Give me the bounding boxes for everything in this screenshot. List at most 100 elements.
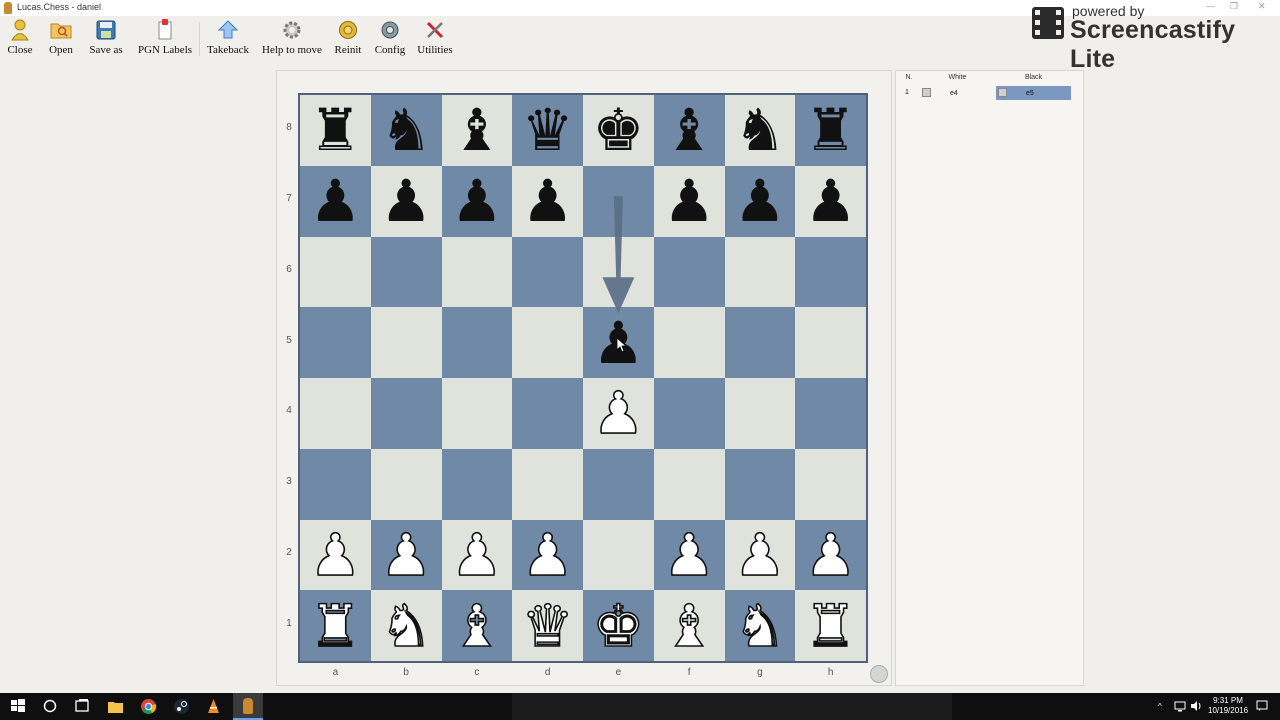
save-as-button[interactable]: Save as [86, 19, 126, 59]
square-h4[interactable] [795, 378, 866, 449]
black-bishop[interactable]: ♝ [451, 101, 503, 159]
square-c1[interactable]: ♝ [441, 590, 513, 661]
square-a5[interactable] [300, 307, 371, 378]
square-c6[interactable] [441, 236, 513, 308]
white-pawn[interactable]: ♟ [804, 525, 858, 585]
black-pawn[interactable]: ♟ [734, 172, 786, 230]
config-button[interactable]: Config [373, 19, 407, 59]
square-c5[interactable] [441, 307, 513, 378]
square-g3[interactable] [724, 448, 796, 520]
black-pawn[interactable]: ♟ [522, 172, 574, 230]
white-pawn[interactable]: ♟ [309, 525, 363, 585]
square-a7[interactable]: ♟ [300, 165, 371, 237]
square-d6[interactable] [512, 236, 583, 308]
reinit-button[interactable]: Reinit [333, 19, 363, 59]
square-d3[interactable] [512, 448, 583, 520]
black-knight[interactable]: ♞ [380, 101, 432, 159]
clock[interactable]: 9:31 PM 10/19/2016 [1208, 696, 1248, 720]
white-pawn[interactable]: ♟ [521, 525, 575, 585]
square-b7[interactable]: ♟ [370, 165, 442, 237]
white-knight[interactable]: ♞ [379, 596, 433, 656]
square-d2[interactable]: ♟ [512, 519, 583, 591]
board-options-button[interactable] [870, 665, 888, 683]
square-a3[interactable] [300, 448, 371, 520]
square-b5[interactable] [370, 307, 442, 378]
square-e4[interactable]: ♟ [583, 378, 654, 449]
network-icon[interactable] [1174, 700, 1186, 720]
square-h2[interactable]: ♟ [795, 519, 866, 591]
square-g1[interactable]: ♞ [724, 590, 796, 661]
square-a1[interactable]: ♜ [300, 590, 371, 661]
help-to-move-button[interactable]: Help to move [260, 19, 324, 59]
takeback-button[interactable]: Takeback [205, 19, 251, 59]
black-pawn[interactable]: ♟ [309, 172, 361, 230]
square-c8[interactable]: ♝ [441, 95, 513, 166]
open-button[interactable]: Open [44, 19, 78, 59]
square-h3[interactable] [795, 448, 866, 520]
square-f3[interactable] [653, 448, 725, 520]
lucas-chess-taskbar-button[interactable] [233, 693, 263, 720]
pgn-labels-button[interactable]: PGN Labels [135, 19, 195, 59]
square-b8[interactable]: ♞ [370, 95, 442, 166]
black-queen[interactable]: ♛ [522, 101, 574, 159]
black-rook[interactable]: ♜ [309, 101, 361, 159]
file-explorer-icon[interactable] [107, 698, 124, 715]
square-h6[interactable] [795, 236, 866, 308]
square-h7[interactable]: ♟ [795, 165, 866, 237]
black-rook[interactable]: ♜ [805, 101, 857, 159]
square-c4[interactable] [441, 378, 513, 449]
white-knight[interactable]: ♞ [733, 596, 787, 656]
white-pawn[interactable]: ♟ [662, 525, 716, 585]
square-g6[interactable] [724, 236, 796, 308]
square-d7[interactable]: ♟ [512, 165, 583, 237]
white-pawn[interactable]: ♟ [733, 525, 787, 585]
chrome-icon[interactable] [140, 698, 157, 715]
square-f7[interactable]: ♟ [653, 165, 725, 237]
square-b2[interactable]: ♟ [370, 519, 442, 591]
white-pawn[interactable]: ♟ [592, 384, 646, 444]
square-h5[interactable] [795, 307, 866, 378]
square-a8[interactable]: ♜ [300, 95, 371, 166]
square-c2[interactable]: ♟ [441, 519, 513, 591]
square-d5[interactable] [512, 307, 583, 378]
square-d1[interactable]: ♛ [512, 590, 583, 661]
square-g4[interactable] [724, 378, 796, 449]
black-knight[interactable]: ♞ [734, 101, 786, 159]
white-pawn[interactable]: ♟ [379, 525, 433, 585]
black-pawn[interactable]: ♟ [380, 172, 432, 230]
black-move-cell[interactable]: e5 [996, 86, 1071, 100]
square-b3[interactable] [370, 448, 442, 520]
white-bishop[interactable]: ♝ [662, 596, 716, 656]
square-c7[interactable]: ♟ [441, 165, 513, 237]
black-pawn[interactable]: ♟ [663, 172, 715, 230]
square-a4[interactable] [300, 378, 371, 449]
square-f6[interactable] [653, 236, 725, 308]
white-king[interactable]: ♚ [592, 596, 646, 656]
square-f4[interactable] [653, 378, 725, 449]
black-bishop[interactable]: ♝ [663, 101, 715, 159]
white-bishop[interactable]: ♝ [450, 596, 504, 656]
white-rook[interactable]: ♜ [309, 596, 363, 656]
square-g7[interactable]: ♟ [724, 165, 796, 237]
square-c3[interactable] [441, 448, 513, 520]
square-e3[interactable] [583, 448, 654, 520]
square-e8[interactable]: ♚ [583, 95, 654, 166]
square-b6[interactable] [370, 236, 442, 308]
volume-icon[interactable] [1190, 700, 1202, 720]
square-g2[interactable]: ♟ [724, 519, 796, 591]
square-g5[interactable] [724, 307, 796, 378]
square-e2[interactable] [583, 519, 654, 591]
square-d8[interactable]: ♛ [512, 95, 583, 166]
square-e1[interactable]: ♚ [583, 590, 654, 661]
square-f1[interactable]: ♝ [653, 590, 725, 661]
square-a2[interactable]: ♟ [300, 519, 371, 591]
close-button[interactable]: Close [5, 19, 35, 59]
utilities-button[interactable]: Utilities [416, 19, 454, 59]
task-view-icon[interactable] [74, 698, 91, 715]
square-h8[interactable]: ♜ [795, 95, 866, 166]
white-pawn[interactable]: ♟ [450, 525, 504, 585]
square-f5[interactable] [653, 307, 725, 378]
tray-chevron-icon[interactable]: ^ [1158, 702, 1162, 720]
white-queen[interactable]: ♛ [521, 596, 575, 656]
vlc-icon[interactable] [205, 698, 222, 715]
